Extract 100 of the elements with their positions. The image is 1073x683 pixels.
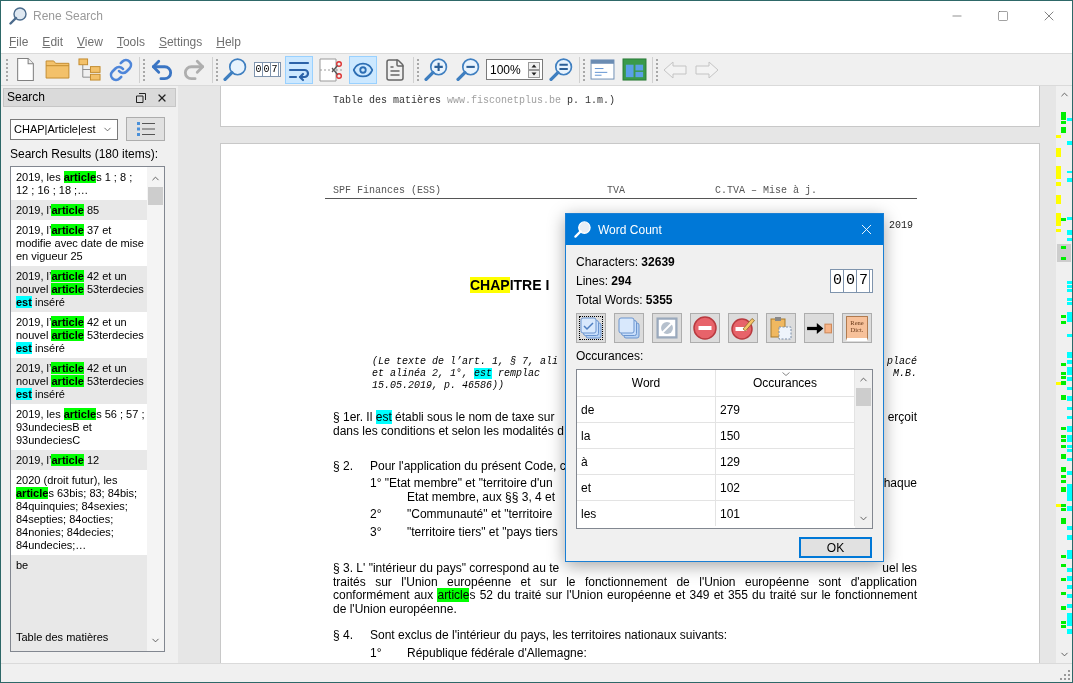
- tile-button[interactable]: [620, 55, 648, 84]
- folder-tree-button[interactable]: [75, 55, 103, 84]
- magnifier-icon: [9, 7, 27, 25]
- chapter-title: CHAPITRE I: [470, 277, 550, 294]
- item-number: 1°: [370, 646, 383, 660]
- body-text: Pour l'application du présent Code, c: [370, 460, 566, 474]
- maximize-icon: [997, 10, 1009, 22]
- slashed-circle-square-icon: [656, 317, 678, 339]
- header-text: SPF Finances (ESS): [333, 185, 442, 196]
- overlapping-squares-icon: [136, 92, 146, 103]
- resize-grip-icon: [1060, 670, 1070, 680]
- tiled-window-icon: [621, 58, 647, 81]
- body-text: haque: [883, 477, 917, 491]
- body-text: "Communauté" et "territoire: [407, 508, 553, 522]
- minus-circle-pencil-icon: [731, 316, 755, 340]
- note-text: 15.05.2019, p. 46586)): [372, 380, 505, 392]
- preview-button[interactable]: [349, 55, 377, 84]
- page-scissors-icon: [319, 57, 343, 82]
- window-icon: [589, 59, 615, 80]
- body-text: conformément aux articles 52 du traité sur l'Union européenne et 349 et 355 du traité sur le fonctionnement: [333, 589, 917, 603]
- stat-text: Total Words: 5355: [576, 292, 674, 309]
- left-arrow-icon: [663, 60, 687, 79]
- body-text: Etat membre, aux §§ 3, 4 et: [407, 490, 556, 504]
- note-text: placé: [887, 356, 917, 368]
- menu-item[interactable]: Edit: [35, 34, 71, 50]
- zoom-out-icon: [456, 58, 480, 81]
- result-item[interactable]: 2019, l’article 12: [11, 450, 147, 470]
- arrow-to-square-icon: [806, 321, 832, 335]
- result-item[interactable]: 2019, l’article 42 et un nouvel article 53terdecies est inséré: [11, 266, 147, 312]
- item-number: 3°: [370, 525, 383, 539]
- chain-link-icon: [109, 57, 133, 82]
- select-all-button[interactable]: [576, 313, 606, 343]
- float-panel-button[interactable]: [135, 91, 147, 104]
- zoom-fit-button[interactable]: [547, 55, 575, 84]
- zoom-in-button[interactable]: [422, 55, 450, 84]
- note-text: et alinéa 2, 1°, est remplac: [372, 368, 541, 380]
- menu-item[interactable]: Help: [209, 34, 248, 50]
- stacked-squares-icon: [618, 317, 640, 339]
- chevron-up-icon[interactable]: [858, 374, 869, 385]
- body-text: République fédérale d'Allemagne:: [407, 646, 587, 660]
- menu-item[interactable]: View: [70, 34, 110, 50]
- menu-item[interactable]: Settings: [151, 34, 210, 50]
- clipboard-icon: [769, 316, 793, 340]
- result-item[interactable]: 2019, l’article 42 et un nouvel article 53terdecies est inséré: [11, 358, 147, 404]
- menu-item[interactable]: File: [2, 34, 36, 50]
- list-icon: [136, 122, 155, 136]
- scrollbar-thumb[interactable]: [856, 388, 871, 406]
- magnifier-equals-icon: [549, 58, 573, 81]
- menu-item[interactable]: Tools: [109, 34, 152, 50]
- split-button[interactable]: [317, 55, 345, 84]
- panel-title: Search: [7, 90, 46, 105]
- sort-caret-icon: [782, 372, 790, 376]
- date-text: 2019: [889, 219, 913, 232]
- ok-button[interactable]: OK: [799, 537, 872, 558]
- body-text: traités sur l'Union européenne et sur le fonctionnement de l'Union européenne sont d'application: [333, 575, 917, 589]
- dialog-title: Word Count: [598, 221, 662, 239]
- export-button[interactable]: [804, 313, 834, 343]
- document-icon: [383, 57, 407, 82]
- stack-button[interactable]: [614, 313, 644, 343]
- edit-remove-button[interactable]: [728, 313, 758, 343]
- scrollbar-thumb[interactable]: [148, 187, 163, 205]
- results-view-button[interactable]: [126, 117, 165, 141]
- wrap-button[interactable]: [285, 55, 313, 84]
- clear-button[interactable]: [652, 313, 682, 343]
- body-text: de l'Union européenne.: [333, 602, 457, 616]
- result-item[interactable]: be Table des matières: [11, 555, 147, 651]
- body-text: § 1er. Il est établi sous le nom de taxe sur: [333, 411, 555, 425]
- spinner-arrows-icon[interactable]: [528, 61, 540, 78]
- magnifier-icon: [574, 221, 591, 238]
- header-text: C.TVA – Mise à j.: [715, 185, 818, 196]
- section-number: § 2.: [333, 460, 354, 474]
- body-text: "territoire tiers" et "pays tiers: [407, 525, 558, 539]
- stat-text: Characters: 32639: [576, 254, 675, 271]
- table-cell: et: [577, 475, 716, 500]
- note-text: (Le texte de l’art. 1, § 7, ali: [372, 356, 559, 368]
- body-text: dans les conditions et selon les modalités d: [333, 424, 564, 438]
- zoom-in-icon: [424, 58, 448, 81]
- search-icon: [223, 58, 247, 81]
- item-number: 2°: [370, 508, 383, 522]
- minus-circle-icon: [693, 316, 717, 340]
- stat-text: Lines: 294: [576, 273, 633, 290]
- header-text: TVA: [607, 185, 625, 196]
- stacked-squares-check-icon: [580, 317, 602, 339]
- search-button[interactable]: [221, 55, 249, 84]
- result-item[interactable]: 2019, l’article 85: [11, 200, 147, 220]
- search-query-combo[interactable]: CHAP|Article|est: [10, 118, 118, 140]
- table-cell: la: [577, 423, 716, 448]
- folder-icon: [44, 60, 70, 79]
- column-header[interactable]: Word: [577, 370, 716, 396]
- table-cell: les: [577, 501, 716, 526]
- folder-tree-icon: [77, 58, 101, 81]
- table-cell: de: [577, 397, 716, 422]
- remove-button[interactable]: [690, 313, 720, 343]
- zoom-out-button[interactable]: [454, 55, 482, 84]
- table-cell: à: [577, 449, 716, 474]
- right-arrow-icon: [695, 60, 719, 79]
- body-text: erçoit: [887, 411, 917, 425]
- page-text: Table des matières www.fisconetplus.be p. 1.m.): [333, 95, 616, 106]
- blank-page-icon: [16, 58, 34, 81]
- paste-button[interactable]: [766, 313, 796, 343]
